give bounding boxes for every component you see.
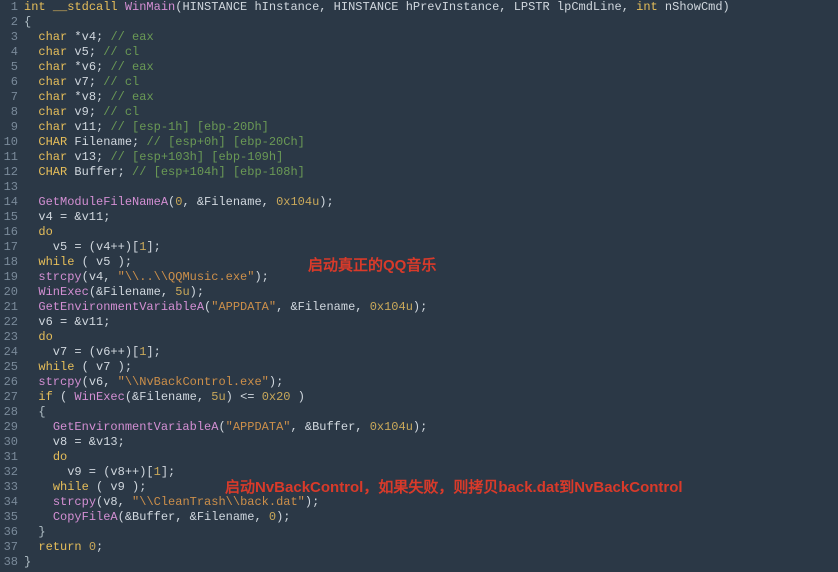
line-number: 31 [2,450,18,465]
line-number: 28 [2,405,18,420]
line-number: 8 [2,105,18,120]
line-number: 7 [2,90,18,105]
code-line[interactable]: do [24,330,838,345]
line-number: 5 [2,60,18,75]
code-line[interactable] [24,180,838,195]
line-number: 1 [2,0,18,15]
code-line[interactable]: strcpy(v8, "\\CleanTrash\\back.dat"); [24,495,838,510]
annotation-qqmusic: 启动真正的QQ音乐 [308,258,436,273]
annotation-nvbackcontrol: 启动NvBackControl，如果失败，则拷贝back.dat到NvBackC… [225,480,683,495]
code-line[interactable]: v6 = &v11; [24,315,838,330]
code-line[interactable]: GetEnvironmentVariableA("APPDATA", &File… [24,300,838,315]
code-line[interactable]: v9 = (v8++)[1]; [24,465,838,480]
line-number: 27 [2,390,18,405]
code-line[interactable]: char v11; // [esp-1h] [ebp-20Dh] [24,120,838,135]
line-number: 2 [2,15,18,30]
code-line[interactable]: int __stdcall WinMain(HINSTANCE hInstanc… [24,0,838,15]
code-line[interactable]: { [24,15,838,30]
line-number: 20 [2,285,18,300]
code-line[interactable]: } [24,555,838,570]
code-line[interactable]: return 0; [24,540,838,555]
line-number: 33 [2,480,18,495]
line-number: 35 [2,510,18,525]
line-number: 6 [2,75,18,90]
line-number: 15 [2,210,18,225]
line-number-gutter: 1 2 3 4 5 6 7 8 9 10 11 12 13 14 15 16 1… [0,0,22,570]
code-line[interactable]: if ( WinExec(&Filename, 5u) <= 0x20 ) [24,390,838,405]
line-number: 36 [2,525,18,540]
line-number: 21 [2,300,18,315]
code-line[interactable]: CHAR Buffer; // [esp+104h] [ebp-108h] [24,165,838,180]
code-line[interactable]: CopyFileA(&Buffer, &Filename, 0); [24,510,838,525]
line-number: 12 [2,165,18,180]
line-number: 18 [2,255,18,270]
code-line[interactable]: { [24,405,838,420]
line-number: 32 [2,465,18,480]
line-number: 11 [2,150,18,165]
line-number: 29 [2,420,18,435]
code-line[interactable]: char *v6; // eax [24,60,838,75]
code-line[interactable]: char *v8; // eax [24,90,838,105]
code-line[interactable]: while ( v7 ); [24,360,838,375]
line-number: 30 [2,435,18,450]
code-line[interactable]: GetModuleFileNameA(0, &Filename, 0x104u)… [24,195,838,210]
line-number: 16 [2,225,18,240]
code-line[interactable]: char v13; // [esp+103h] [ebp-109h] [24,150,838,165]
line-number: 26 [2,375,18,390]
line-number: 22 [2,315,18,330]
code-line[interactable]: CHAR Filename; // [esp+0h] [ebp-20Ch] [24,135,838,150]
line-number: 3 [2,30,18,45]
line-number: 13 [2,180,18,195]
code-line[interactable]: v4 = &v11; [24,210,838,225]
code-line[interactable]: char v5; // cl [24,45,838,60]
code-line[interactable]: WinExec(&Filename, 5u); [24,285,838,300]
line-number: 9 [2,120,18,135]
line-number: 17 [2,240,18,255]
line-number: 25 [2,360,18,375]
code-line[interactable]: strcpy(v6, "\\NvBackControl.exe"); [24,375,838,390]
code-line[interactable]: } [24,525,838,540]
code-line[interactable]: GetEnvironmentVariableA("APPDATA", &Buff… [24,420,838,435]
line-number: 10 [2,135,18,150]
line-number: 37 [2,540,18,555]
line-number: 24 [2,345,18,360]
code-line[interactable]: v7 = (v6++)[1]; [24,345,838,360]
code-line[interactable]: char v9; // cl [24,105,838,120]
code-line[interactable]: char v7; // cl [24,75,838,90]
code-line[interactable]: char *v4; // eax [24,30,838,45]
code-line[interactable]: do [24,450,838,465]
line-number: 19 [2,270,18,285]
line-number: 38 [2,555,18,570]
code-line[interactable]: v8 = &v13; [24,435,838,450]
code-line[interactable]: do [24,225,838,240]
line-number: 34 [2,495,18,510]
line-number: 23 [2,330,18,345]
line-number: 4 [2,45,18,60]
code-line[interactable]: v5 = (v4++)[1]; [24,240,838,255]
line-number: 14 [2,195,18,210]
